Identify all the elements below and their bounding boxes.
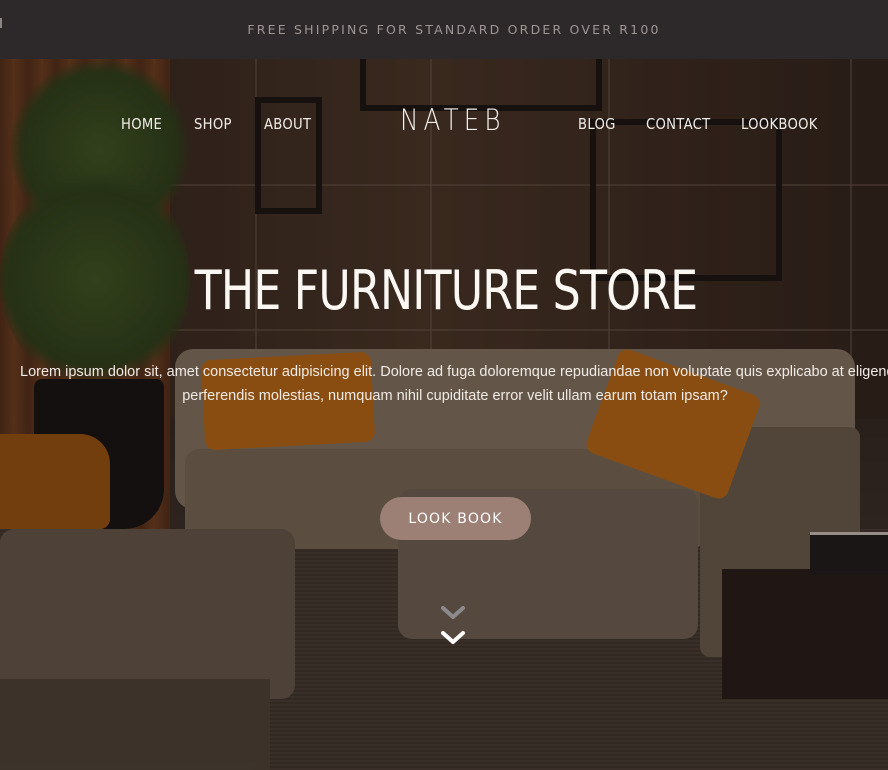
site-logo[interactable]: NATEB bbox=[400, 103, 506, 137]
hero-overlay bbox=[0, 59, 888, 770]
look-book-button[interactable]: LOOK BOOK bbox=[380, 497, 531, 540]
announcement-text: FREE SHIPPING FOR STANDARD ORDER OVER R1… bbox=[247, 22, 661, 37]
nav-about[interactable]: ABOUT bbox=[264, 115, 311, 133]
hero-description-line2: perferendis molestias, numquam nihil cup… bbox=[182, 388, 728, 404]
nav-home[interactable]: HOME bbox=[121, 115, 162, 133]
hero-description-line1: Lorem ipsum dolor sit, amet consectetur … bbox=[20, 364, 888, 380]
hero-title: THE FURNITURE STORE bbox=[194, 259, 699, 322]
topbar-edge-mark bbox=[0, 18, 2, 28]
nav-shop[interactable]: SHOP bbox=[194, 115, 232, 133]
nav-lookbook[interactable]: LOOKBOOK bbox=[741, 115, 818, 133]
double-chevron-down-icon[interactable] bbox=[441, 605, 465, 653]
hero-section: HOME SHOP ABOUT NATEB BLOG CONTACT LOOKB… bbox=[0, 59, 888, 770]
nav-blog[interactable]: BLOG bbox=[578, 115, 616, 133]
nav-contact[interactable]: CONTACT bbox=[646, 115, 710, 133]
announcement-bar: FREE SHIPPING FOR STANDARD ORDER OVER R1… bbox=[0, 0, 888, 59]
